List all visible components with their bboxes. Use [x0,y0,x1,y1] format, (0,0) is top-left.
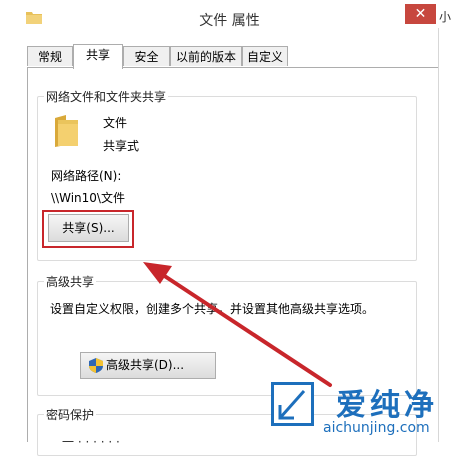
tab-customize[interactable]: 自定义 [242,46,288,66]
watermark-url: aichunjing.com [323,420,430,436]
share-status: 共享式 [103,139,140,153]
tab-previous-versions[interactable]: 以前的版本 [170,46,242,66]
watermark: 爱纯净 aichunjing.com [246,378,459,442]
close-button[interactable]: ✕ [405,4,436,24]
group-title-password-protection: 密码保护 [44,406,97,423]
watermark-text: 爱纯净 [336,388,438,423]
titlebar: 文件 属性 ✕ 小 [0,0,459,38]
watermark-logo [271,382,314,426]
network-path-label: 网络路径(N): [51,169,122,183]
tab-sharing[interactable]: 共享 [73,44,123,69]
share-button[interactable]: 共享(S)... [48,214,129,242]
advanced-sharing-button[interactable]: 高级共享(D)... [80,352,216,379]
shield-icon [89,358,103,373]
window-title: 文件 属性 [199,13,260,29]
background-window-fragment: 小 [439,10,452,24]
group-title-advanced-sharing: 高级共享 [44,273,97,290]
advanced-sharing-description: 设置自定义权限，创建多个共享，并设置其他高级共享选项。 [50,302,375,316]
watermark-logo-mark [278,390,306,420]
folder-icon [55,115,78,147]
advanced-sharing-button-label: 高级共享(D)... [106,358,185,372]
group-title-network-sharing: 网络文件和文件夹共享 [44,88,169,105]
folder-name: 文件 [103,116,128,130]
network-path-value: \\Win10\文件 [51,191,125,205]
tab-security[interactable]: 安全 [123,46,170,66]
tab-general[interactable]: 常规 [27,46,73,66]
